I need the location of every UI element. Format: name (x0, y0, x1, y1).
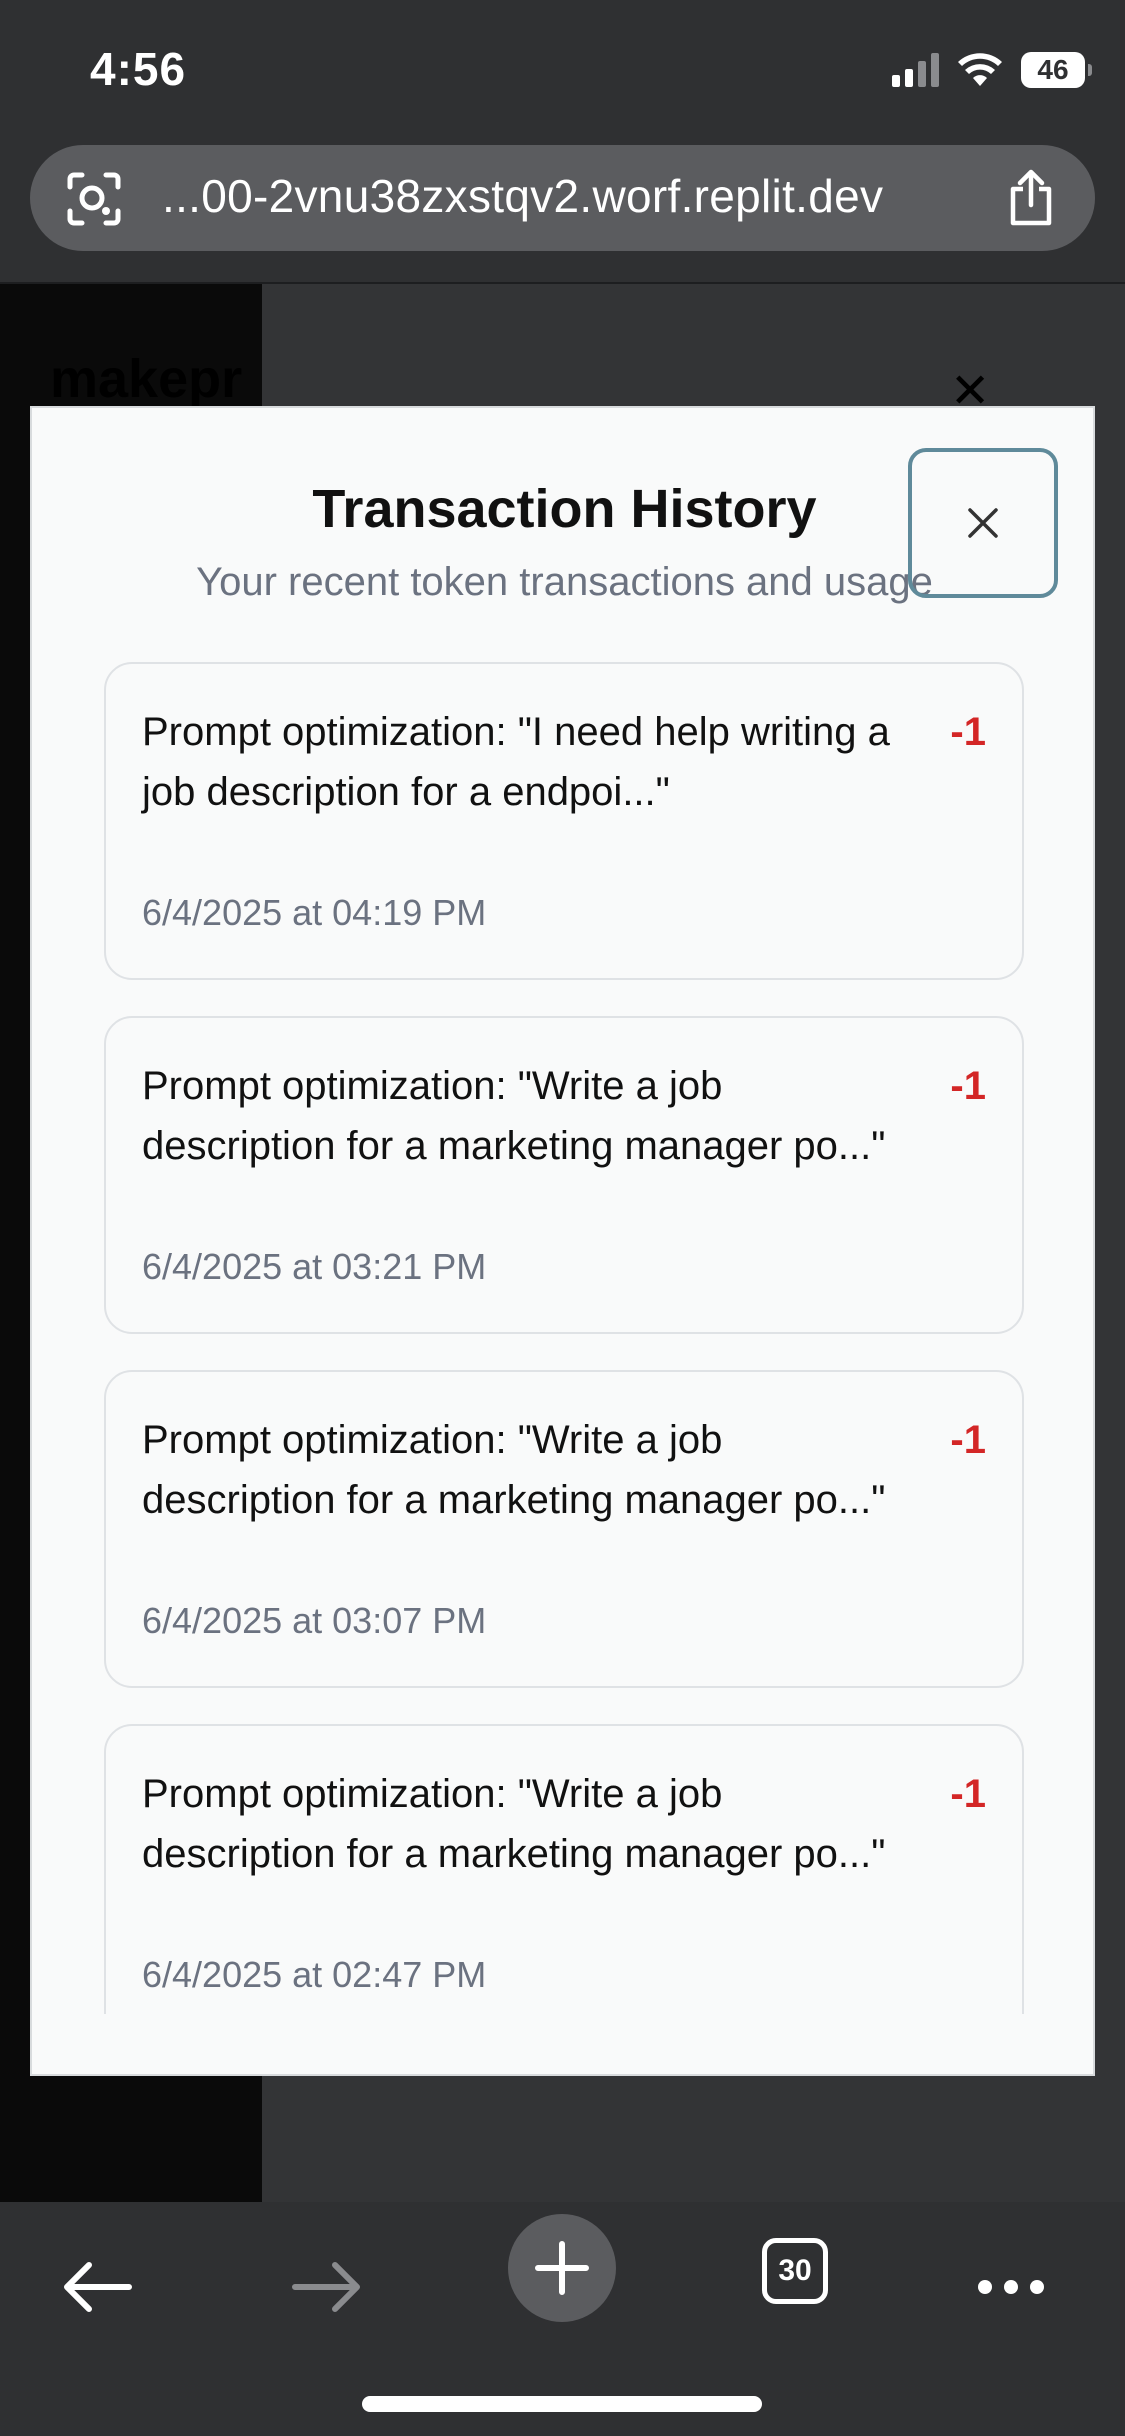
forward-arrow-icon (292, 2262, 360, 2312)
transaction-description: Prompt optimization: "Write a job descri… (142, 1418, 886, 1522)
battery-icon: 46 (1021, 52, 1092, 88)
plus-icon (535, 2241, 589, 2295)
transaction-item: Prompt optimization: "Write a job descri… (104, 1016, 1024, 1334)
share-icon[interactable] (1005, 169, 1057, 227)
back-arrow-icon (64, 2262, 132, 2312)
transaction-amount: -1 (950, 1064, 986, 1108)
more-icon (978, 2280, 1044, 2294)
transaction-item: Prompt optimization: "Write a job descri… (104, 1724, 1024, 2014)
visual-search-icon[interactable] (66, 171, 122, 227)
transaction-date: 6/4/2025 at 04:19 PM (142, 892, 487, 933)
cellular-signal-icon (892, 53, 939, 87)
close-icon (968, 508, 998, 538)
home-indicator (362, 2396, 762, 2412)
more-button[interactable] (966, 2242, 1056, 2332)
transaction-description: Prompt optimization: "I need help writin… (142, 710, 890, 814)
transaction-list[interactable]: Prompt optimization: "I need help writin… (104, 662, 1024, 2014)
transaction-description: Prompt optimization: "Write a job descri… (142, 1064, 886, 1168)
modal-close-button[interactable] (908, 448, 1058, 598)
tabs-icon: 30 (762, 2238, 828, 2304)
transaction-amount: -1 (950, 710, 986, 754)
transaction-description: Prompt optimization: "Write a job descri… (142, 1772, 886, 1876)
status-bar: 4:56 46 (0, 0, 1125, 140)
address-url[interactable]: ...00-2vnu38zxstqv2.worf.replit.dev (162, 169, 883, 223)
page-brand: makepr (50, 349, 243, 409)
transaction-date: 6/4/2025 at 03:21 PM (142, 1246, 487, 1287)
back-button[interactable] (52, 2242, 142, 2332)
tabs-button[interactable]: 30 (758, 2234, 832, 2308)
status-time: 4:56 (90, 43, 187, 95)
wifi-icon (958, 53, 1002, 86)
status-indicators: 46 (892, 48, 1092, 92)
transaction-item: Prompt optimization: "I need help writin… (104, 662, 1024, 980)
transaction-amount: -1 (950, 1418, 986, 1462)
transaction-date: 6/4/2025 at 03:07 PM (142, 1600, 487, 1641)
new-tab-button[interactable] (508, 2214, 616, 2322)
transaction-date: 6/4/2025 at 02:47 PM (142, 1954, 487, 1995)
transaction-item: Prompt optimization: "Write a job descri… (104, 1370, 1024, 1688)
address-bar[interactable]: ...00-2vnu38zxstqv2.worf.replit.dev (30, 145, 1095, 251)
transaction-amount: -1 (950, 1772, 986, 1816)
forward-button[interactable] (282, 2242, 372, 2332)
transaction-history-modal: Transaction History Your recent token tr… (30, 406, 1095, 2076)
